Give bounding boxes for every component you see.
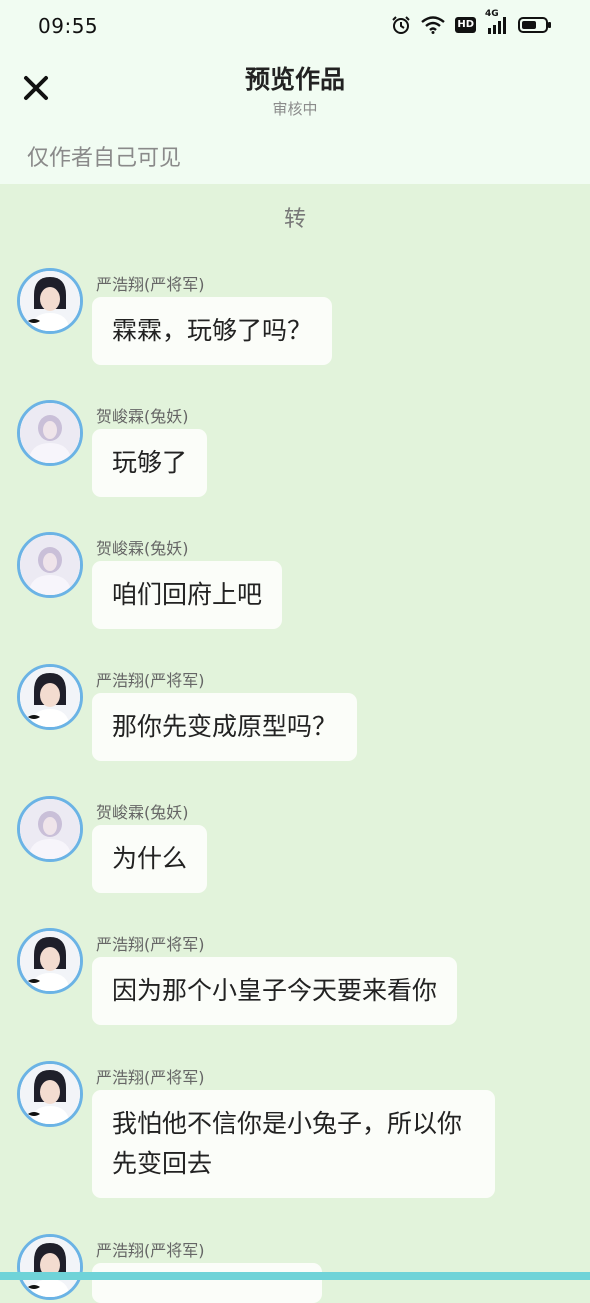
status-time: 09:55 <box>38 14 99 38</box>
sender-name: 严浩翔(严将军) <box>96 1241 205 1260</box>
visibility-note: 仅作者自己可见 <box>27 146 182 171</box>
message-bubble[interactable]: 玩够了 <box>92 429 208 497</box>
message-bubble[interactable]: 咱们回府上吧 <box>92 561 283 629</box>
alarm-icon <box>391 15 411 35</box>
sender-name: 贺峻霖(兔妖) <box>96 803 189 822</box>
avatar-yan[interactable] <box>17 928 83 994</box>
sender-name: 严浩翔(严将军) <box>96 1068 205 1087</box>
sender-name: 严浩翔(严将军) <box>96 275 205 294</box>
avatar-yan[interactable] <box>17 664 83 730</box>
hd-icon: HD <box>455 17 476 33</box>
network-label: 4G <box>485 9 499 19</box>
avatar-yan[interactable] <box>17 1061 83 1127</box>
avatar-yan[interactable] <box>17 268 83 334</box>
message-bubble[interactable]: 那你先变成原型吗？ <box>92 693 358 761</box>
message-bubble[interactable]: 为什么 <box>92 825 208 893</box>
nav-bar: 预览作品 审核中 <box>0 52 590 128</box>
avatar-yan[interactable] <box>17 1234 83 1300</box>
status-icons: HD 4G <box>391 9 552 35</box>
battery-icon <box>518 16 552 34</box>
avatar-he[interactable] <box>17 532 83 598</box>
sender-name: 贺峻霖(兔妖) <box>96 407 189 426</box>
message-bubble[interactable]: 霖霖，玩够了吗？ <box>92 297 333 365</box>
sender-name: 贺峻霖(兔妖) <box>96 539 189 558</box>
status-bar: 09:55 HD 4G <box>0 0 590 52</box>
page-title: 预览作品 <box>244 65 345 94</box>
top-area: 09:55 HD 4G 预览作品 审核中 仅作者自己可见 <box>0 0 590 184</box>
bottom-bar <box>0 1272 590 1280</box>
avatar-he[interactable] <box>17 796 83 862</box>
message-bubble[interactable]: 因为那个小皇子今天要来看你 <box>92 957 458 1025</box>
chat-divider: 转 <box>283 207 306 232</box>
message-bubble[interactable] <box>92 1263 322 1303</box>
signal-4g-icon: 4G <box>485 9 508 34</box>
chat-area[interactable]: 转 严浩翔(严将军) 霖霖，玩够了吗？ 贺峻霖(兔妖) 玩够了 贺峻霖(兔妖) … <box>0 184 590 1303</box>
review-status: 审核中 <box>272 100 318 118</box>
wifi-icon <box>421 16 446 34</box>
sender-name: 严浩翔(严将军) <box>96 671 205 690</box>
message-bubble[interactable]: 我怕他不信你是小兔子，所以你先变回去 <box>92 1090 495 1198</box>
avatar-he[interactable] <box>17 400 83 466</box>
sender-name: 严浩翔(严将军) <box>96 935 205 954</box>
